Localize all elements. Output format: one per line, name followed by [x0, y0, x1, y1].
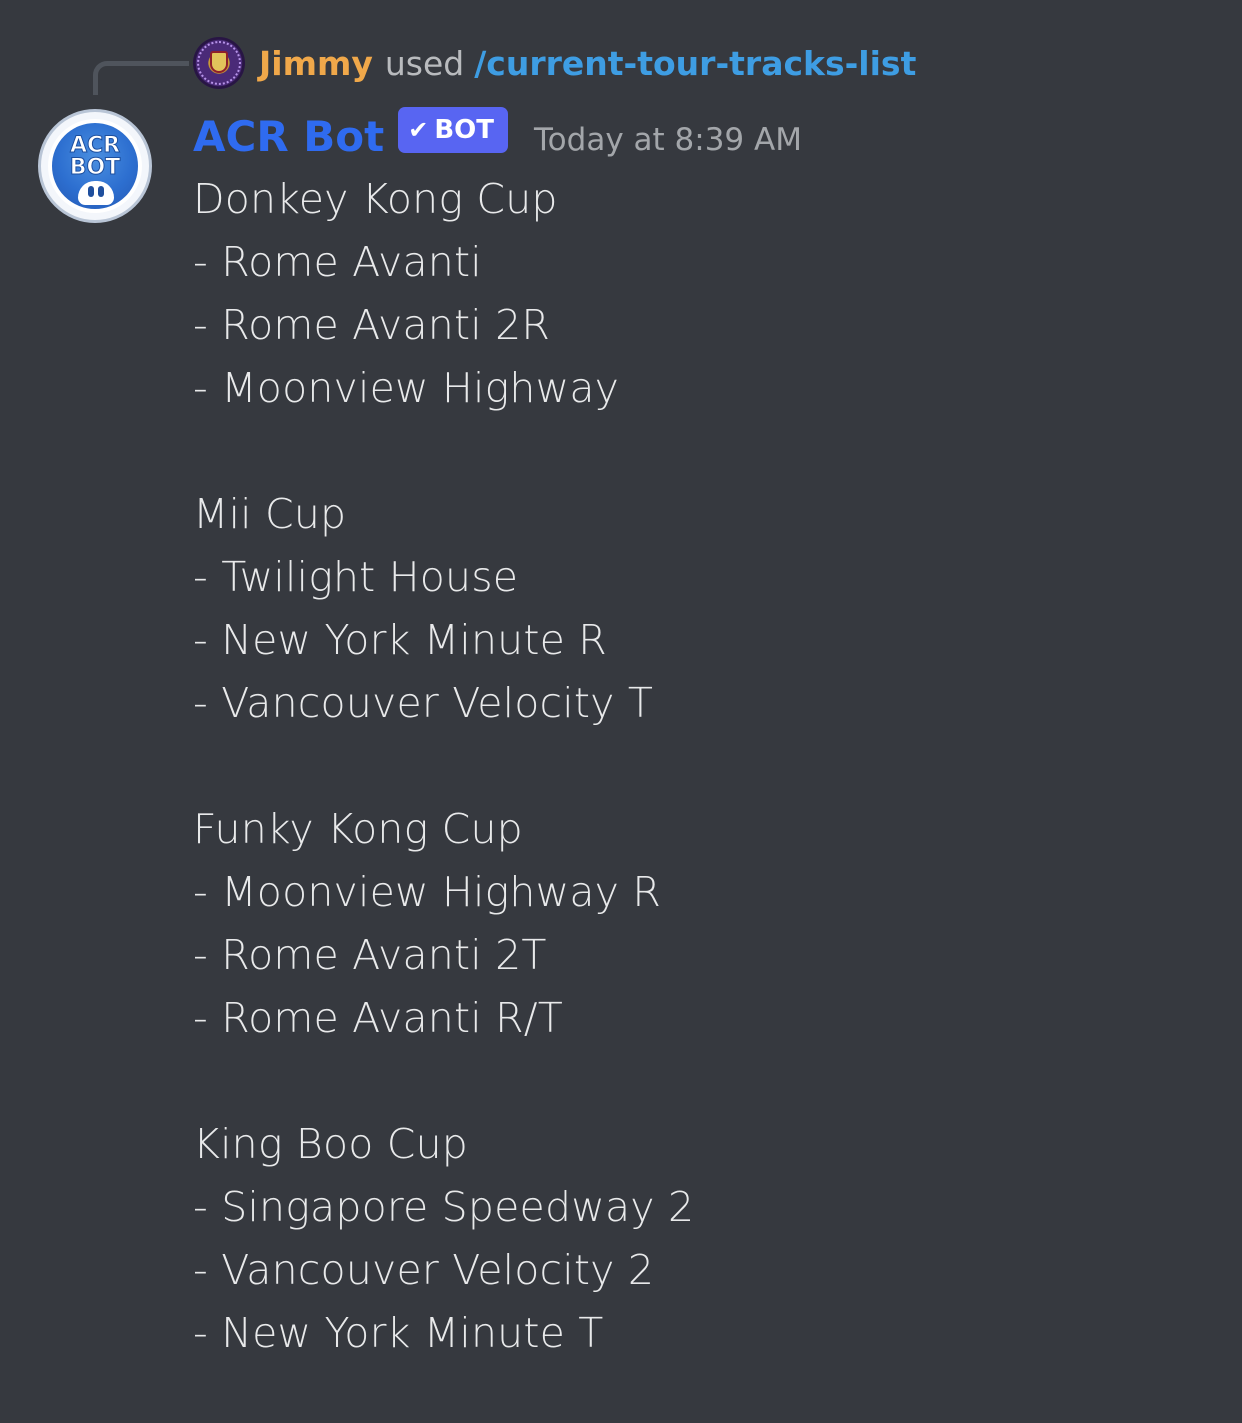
reply-username[interactable]: Jimmy — [259, 44, 373, 83]
avatar-text-line-2: BOT — [69, 155, 121, 180]
reply-used-label: used — [384, 43, 465, 83]
message-header: ACR Bot ✔ BOT Today at 8:39 AM — [193, 106, 802, 166]
crest-icon — [210, 51, 228, 73]
bot-badge-label: BOT — [434, 115, 495, 145]
slash-command-link[interactable]: /current-tour-tracks-list — [474, 44, 916, 83]
check-icon: ✔ — [408, 116, 429, 144]
message-timestamp[interactable]: Today at 8:39 AM — [534, 122, 802, 158]
bot-badge: ✔ BOT — [398, 107, 509, 153]
avatar-text-line-1: ACR — [69, 133, 121, 158]
reply-user-avatar[interactable] — [193, 37, 245, 89]
mushroom-logo: ACR BOT — [48, 119, 142, 213]
bot-avatar[interactable]: ACR BOT — [38, 109, 152, 223]
reply-reference[interactable]: Jimmy used /current-tour-tracks-list — [193, 37, 916, 89]
mushroom-icon — [78, 181, 114, 205]
author-name[interactable]: ACR Bot — [193, 112, 384, 161]
message-content: Donkey Kong Cup - Rome Avanti - Rome Ava… — [193, 175, 695, 1357]
reply-connector — [93, 61, 189, 95]
